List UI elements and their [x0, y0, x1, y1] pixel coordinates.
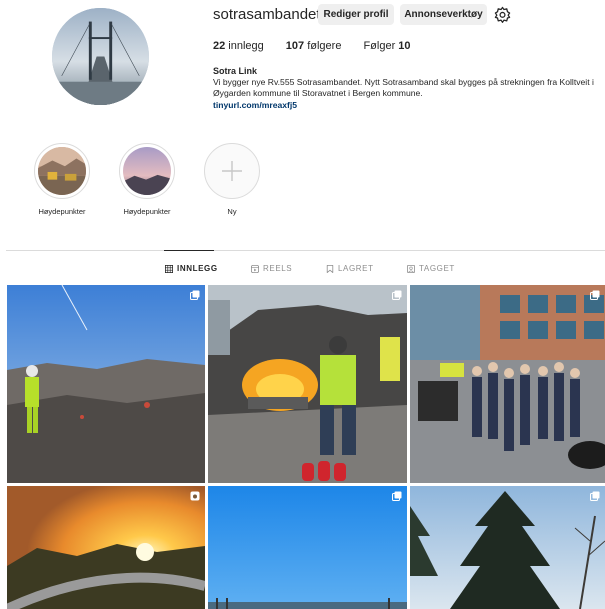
post-image: [410, 486, 605, 609]
posts-stat: 22 innlegg: [213, 40, 264, 52]
tab-reels[interactable]: REELS: [251, 264, 292, 273]
bio-link[interactable]: tinyurl.com/mreaxfj5: [213, 100, 297, 110]
highlight-label: Høydepunkter: [38, 207, 86, 216]
post-tile[interactable]: [7, 285, 205, 483]
highlight-item[interactable]: Høydepunkter: [22, 143, 102, 216]
post-image: [208, 486, 407, 609]
tab-tagged[interactable]: TAGGET: [407, 264, 455, 273]
tab-tagged-label: TAGGET: [419, 264, 455, 273]
gear-icon[interactable]: [494, 6, 511, 23]
profile-avatar[interactable]: [52, 8, 149, 105]
grid-icon: [165, 264, 173, 273]
following-stat[interactable]: Følger 10: [363, 40, 410, 52]
post-tile[interactable]: [410, 486, 605, 609]
profile-username: sotrasambandet: [213, 6, 321, 23]
post-tile[interactable]: [7, 486, 205, 609]
highlight-label: Høydepunkter: [123, 207, 171, 216]
reels-icon: [251, 264, 259, 273]
post-image: [208, 285, 407, 483]
ad-tools-button[interactable]: Annonseverktøy: [400, 4, 487, 25]
tab-saved[interactable]: LAGRET: [326, 264, 374, 273]
highlight-item[interactable]: Høydepunkter: [107, 143, 187, 216]
tagged-user-icon: [407, 264, 415, 273]
tab-reels-label: REELS: [263, 264, 293, 273]
new-highlight-ring: [204, 143, 260, 199]
highlight-cover: [123, 147, 171, 195]
carousel-icon: [190, 290, 200, 300]
highlight-cover: [38, 147, 86, 195]
tab-posts-label: INNLEGG: [177, 264, 218, 273]
post-image: [7, 285, 205, 483]
plus-icon: [222, 161, 242, 181]
following-label: Følger: [363, 40, 399, 52]
tabs-divider: [6, 250, 605, 251]
new-highlight-item[interactable]: Ny: [192, 143, 272, 216]
post-tile[interactable]: [208, 285, 407, 483]
bookmark-icon: [326, 264, 334, 273]
video-icon: [190, 491, 200, 501]
post-image: [7, 486, 205, 609]
tab-saved-label: LAGRET: [338, 264, 374, 273]
carousel-icon: [590, 290, 600, 300]
post-tile[interactable]: [410, 285, 605, 483]
highlight-ring: [34, 143, 90, 199]
carousel-icon: [392, 491, 402, 501]
posts-label: innlegg: [225, 40, 264, 52]
carousel-icon: [590, 491, 600, 501]
followers-stat[interactable]: 107 følgere: [286, 40, 342, 52]
active-tab-indicator: [164, 250, 214, 251]
post-image: [410, 285, 605, 483]
tab-posts[interactable]: INNLEGG: [165, 264, 218, 273]
followers-label: følgere: [304, 40, 342, 52]
edit-profile-button[interactable]: Rediger profil: [318, 4, 394, 25]
bio-name: Sotra Link: [213, 66, 258, 76]
profile-stats: 22 innlegg 107 følgere Følger 10: [213, 40, 433, 52]
bridge-photo: [52, 8, 149, 105]
followers-count: 107: [285, 40, 305, 52]
post-tile[interactable]: [208, 486, 407, 609]
highlight-label: Ny: [227, 207, 237, 216]
bio-text: Vi bygger nye Rv.555 Sotrasambandet. Nyt…: [213, 77, 594, 98]
posts-count: 22: [213, 40, 226, 52]
highlight-ring: [119, 143, 175, 199]
carousel-icon: [392, 290, 402, 300]
following-count: 10: [398, 40, 411, 52]
